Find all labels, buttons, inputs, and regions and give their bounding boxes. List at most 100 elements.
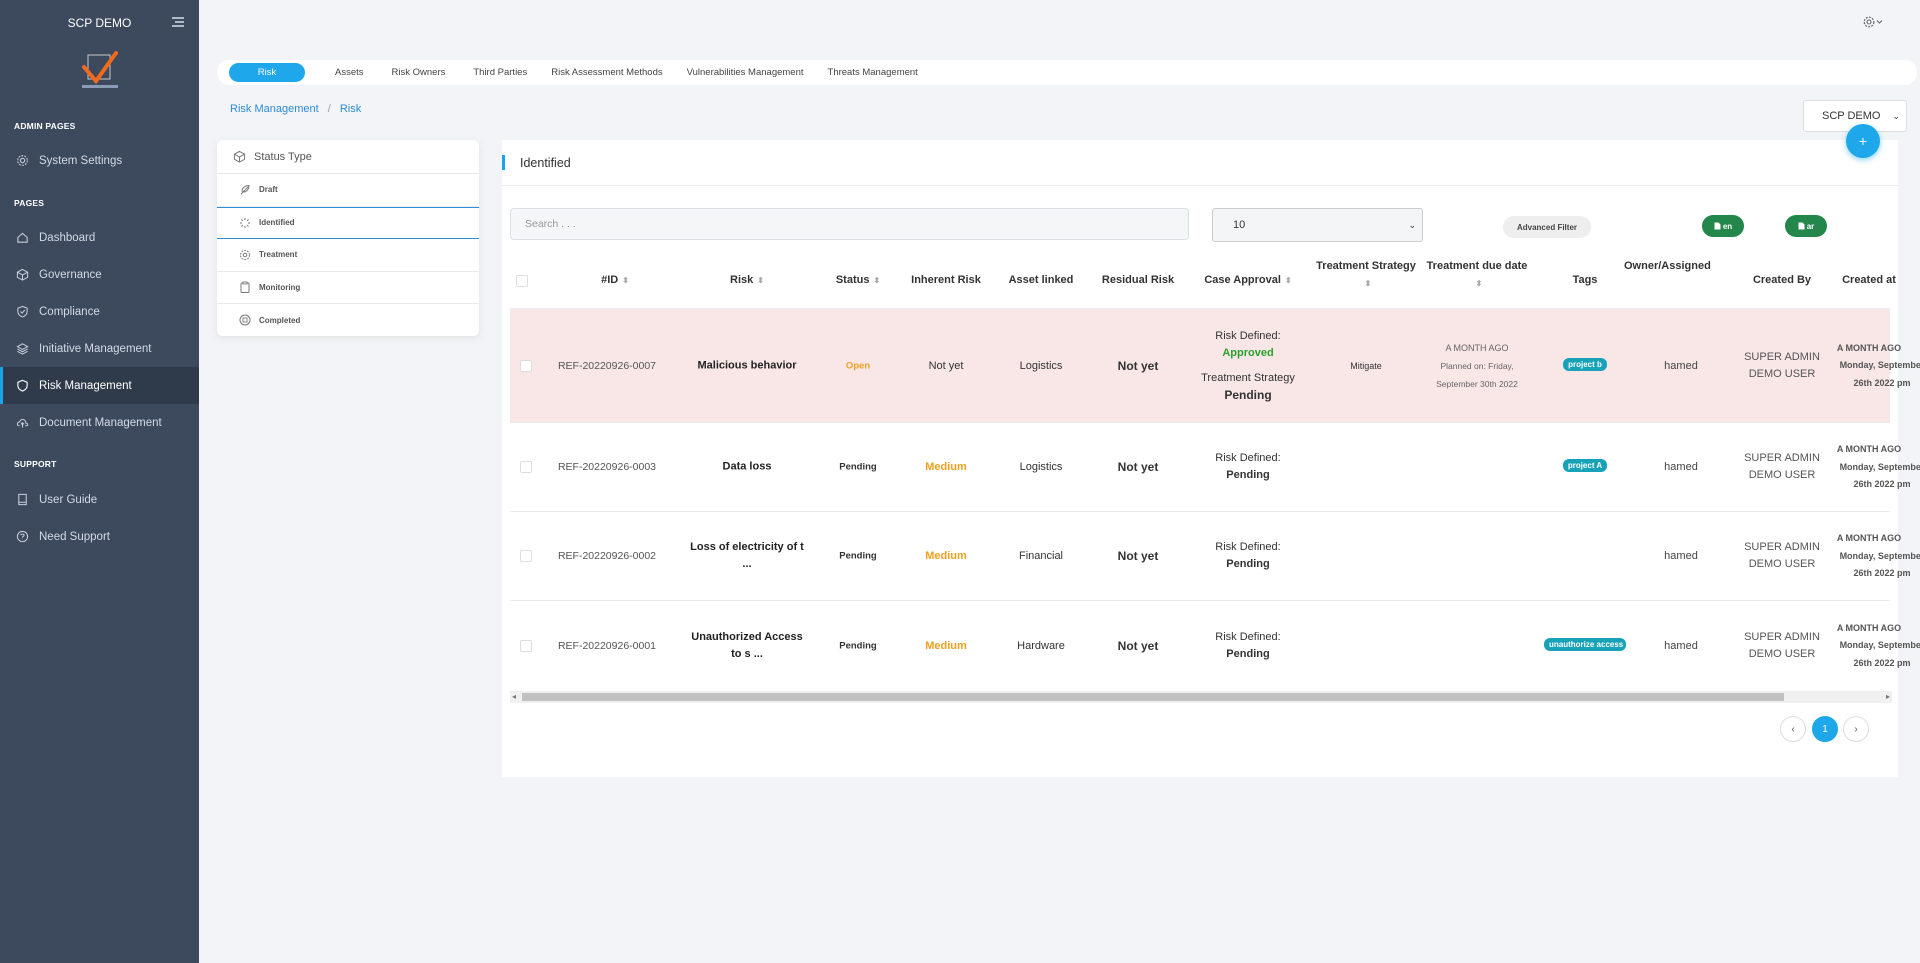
sort-icon: ⬍ bbox=[1475, 279, 1483, 288]
shield-icon bbox=[17, 379, 28, 392]
tab-vulnerabilities-management[interactable]: Vulnerabilities Management bbox=[675, 63, 816, 82]
cell-risk[interactable]: Loss of electricity of t ... bbox=[686, 539, 808, 573]
pagination-page-1[interactable]: 1 bbox=[1812, 716, 1838, 742]
sidebar-item-risk-management[interactable]: Risk Management bbox=[0, 367, 199, 404]
cell-risk[interactable]: Unauthorized Access to s ... bbox=[686, 629, 808, 663]
cloud-upload-icon bbox=[16, 418, 29, 428]
search-input[interactable]: Search . . . bbox=[510, 208, 1189, 240]
settings-dropdown[interactable] bbox=[1862, 15, 1884, 29]
th-treatment-strategy[interactable]: Treatment Strategy ⬍ bbox=[1310, 258, 1422, 292]
cell-owner: hamed bbox=[1664, 550, 1698, 562]
table-row[interactable]: REF-20220926-0002 Loss of electricity of… bbox=[510, 512, 1920, 601]
cell-case-approval: Risk Defined: Approved Treatment Strateg… bbox=[1201, 329, 1295, 402]
home-icon bbox=[17, 232, 28, 243]
sidebar-item-initiative-management[interactable]: Initiative Management bbox=[0, 330, 199, 367]
tab-third-parties[interactable]: Third Parties bbox=[461, 63, 539, 82]
pagination-next-button[interactable]: › bbox=[1843, 716, 1869, 742]
th-id[interactable]: #ID ⬍ bbox=[580, 272, 650, 289]
status-type-panel: Status Type Draft Identified Treatment M… bbox=[217, 140, 479, 336]
gear-icon bbox=[240, 249, 250, 260]
cell-created-at: A MONTH AGO Monday, September 26th 2022 … bbox=[1836, 342, 1920, 388]
status-item-completed[interactable]: Completed bbox=[217, 304, 479, 336]
scroll-right-arrow-icon[interactable]: ▸ bbox=[1886, 692, 1890, 701]
breadcrumb-risk[interactable]: Risk bbox=[340, 103, 361, 115]
th-asset-linked: Asset linked bbox=[1008, 274, 1074, 286]
tab-assets[interactable]: Assets bbox=[323, 63, 376, 82]
sidebar-item-governance[interactable]: Governance bbox=[0, 256, 199, 293]
pagination-prev-button[interactable]: ‹ bbox=[1780, 716, 1806, 742]
cell-created-at: A MONTH AGO Monday, September 26th 2022 … bbox=[1836, 443, 1920, 489]
scrollbar-thumb[interactable] bbox=[522, 693, 1784, 701]
row-checkbox[interactable] bbox=[520, 639, 532, 652]
status-item-monitoring[interactable]: Monitoring bbox=[217, 272, 479, 304]
sidebar-item-label: Risk Management bbox=[39, 379, 132, 392]
export-ar-button[interactable]: ar bbox=[1785, 215, 1827, 237]
tab-threats-management[interactable]: Threats Management bbox=[816, 63, 930, 82]
sidebar-item-need-support[interactable]: Need Support bbox=[0, 518, 199, 555]
horizontal-scrollbar[interactable]: ◂ ▸ bbox=[510, 691, 1892, 703]
sidebar-item-label: Document Management bbox=[39, 416, 162, 429]
file-icon bbox=[1714, 222, 1721, 230]
advanced-filter-button[interactable]: Advanced Filter bbox=[1503, 216, 1591, 238]
per-page-select[interactable]: 10 ⌄ bbox=[1212, 208, 1423, 242]
sidebar-item-label: User Guide bbox=[39, 493, 98, 506]
sidebar-item-label: System Settings bbox=[39, 154, 123, 167]
sidebar-item-system-settings[interactable]: System Settings bbox=[0, 142, 199, 179]
add-risk-button[interactable]: + bbox=[1846, 124, 1880, 158]
cell-residual-risk: Not yet bbox=[1117, 638, 1159, 653]
cell-risk[interactable]: Data loss bbox=[686, 459, 808, 476]
status-item-draft[interactable]: Draft bbox=[217, 174, 479, 207]
feather-icon bbox=[240, 184, 250, 195]
layers-icon bbox=[16, 343, 29, 355]
shield-check-icon bbox=[17, 305, 28, 318]
tab-risk-owners[interactable]: Risk Owners bbox=[380, 63, 458, 82]
sidebar-item-compliance[interactable]: Compliance bbox=[0, 293, 199, 330]
gear-icon bbox=[1863, 16, 1883, 28]
menu-toggle-icon[interactable] bbox=[171, 15, 185, 29]
sidebar-item-dashboard[interactable]: Dashboard bbox=[0, 219, 199, 256]
cell-treatment-strategy: Mitigate bbox=[1350, 360, 1382, 371]
th-inherent-risk: Inherent Risk bbox=[911, 274, 981, 286]
sidebar: SCP DEMO ADMIN PAGES System Settings PAG… bbox=[0, 0, 199, 963]
tab-risk-assessment-methods[interactable]: Risk Assessment Methods bbox=[539, 63, 674, 82]
organization-select-value: SCP DEMO bbox=[1822, 110, 1881, 122]
status-item-label: Completed bbox=[259, 315, 301, 325]
cell-id: REF-20220926-0002 bbox=[557, 550, 657, 562]
sidebar-item-label: Governance bbox=[39, 268, 102, 281]
row-checkbox[interactable] bbox=[520, 359, 532, 372]
status-item-treatment[interactable]: Treatment bbox=[217, 239, 479, 272]
breadcrumb-risk-management[interactable]: Risk Management bbox=[230, 103, 319, 115]
export-en-button[interactable]: en bbox=[1702, 215, 1744, 237]
row-checkbox[interactable] bbox=[520, 461, 532, 473]
cell-residual-risk: Not yet bbox=[1117, 460, 1159, 474]
export-en-label: en bbox=[1722, 221, 1733, 231]
table-row[interactable]: REF-20220926-0007 Malicious behavior Ope… bbox=[510, 309, 1920, 423]
cell-case-approval: Risk Defined: Pending bbox=[1215, 630, 1281, 660]
row-checkbox[interactable] bbox=[520, 550, 532, 562]
cell-tags: unauthorize access bbox=[1530, 637, 1640, 654]
cube-icon bbox=[233, 150, 246, 163]
cell-created-at: A MONTH AGO Monday, September 26th 2022 … bbox=[1836, 622, 1920, 668]
cell-asset-linked: Logistics bbox=[1019, 461, 1063, 473]
sidebar-item-user-guide[interactable]: User Guide bbox=[0, 481, 199, 518]
table-row[interactable]: REF-20220926-0003 Data loss Pending Medi… bbox=[510, 423, 1920, 512]
th-risk[interactable]: Risk ⬍ bbox=[686, 272, 808, 289]
th-case-approval[interactable]: Case Approval ⬍ bbox=[1188, 272, 1308, 289]
plus-icon: + bbox=[1858, 133, 1868, 149]
chevron-down-icon: ⌄ bbox=[1408, 220, 1416, 230]
tab-risk[interactable]: Risk bbox=[229, 63, 305, 82]
status-item-identified[interactable]: Identified bbox=[217, 206, 479, 239]
select-all-checkbox[interactable] bbox=[516, 275, 528, 287]
scroll-left-arrow-icon[interactable]: ◂ bbox=[512, 692, 516, 701]
cell-risk[interactable]: Malicious behavior bbox=[686, 357, 808, 374]
box-icon bbox=[16, 268, 29, 281]
sidebar-brand: SCP DEMO bbox=[0, 0, 199, 45]
per-page-value: 10 bbox=[1233, 219, 1246, 231]
cell-status: Pending bbox=[839, 550, 877, 562]
sort-icon: ⬍ bbox=[873, 276, 881, 285]
table-row[interactable]: REF-20220926-0001 Unauthorized Access to… bbox=[510, 601, 1920, 690]
sidebar-item-label: Dashboard bbox=[39, 231, 96, 244]
th-treatment-due-date[interactable]: Treatment due date ⬍ bbox=[1419, 258, 1535, 292]
th-status[interactable]: Status ⬍ bbox=[818, 272, 898, 289]
sidebar-item-document-management[interactable]: Document Management bbox=[0, 404, 199, 441]
